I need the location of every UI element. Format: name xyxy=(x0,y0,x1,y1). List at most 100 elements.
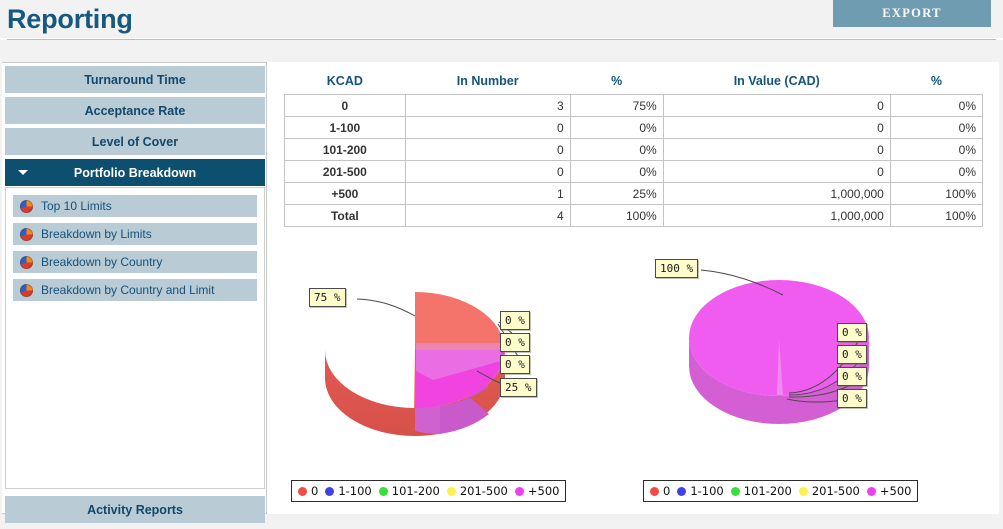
legend-entry-1-100: 1-100 xyxy=(325,484,372,498)
table-row: +500 1 25% 1,000,000 100% xyxy=(284,182,984,205)
legend-label-1-100: 1-100 xyxy=(338,484,372,498)
cell-in-value: 1,000,000 xyxy=(662,182,891,205)
legend-label-0: 0 xyxy=(311,484,319,498)
column-header-kcad: KCAD xyxy=(284,70,406,95)
sidebar-item-label: Activity Reports xyxy=(87,502,183,517)
sidebar-item-activity-reports[interactable]: Activity Reports xyxy=(5,496,265,523)
legend-entry-101-200: 101-200 xyxy=(730,484,792,498)
legend-swatch-101-200 xyxy=(378,486,388,496)
legend-swatch-0 xyxy=(298,486,307,496)
cell-category: +500 xyxy=(284,182,406,205)
column-header-pct-number: % xyxy=(570,70,664,95)
legend-label-101-200: 101-200 xyxy=(743,484,792,498)
cell-category: 201-500 xyxy=(284,160,406,183)
cell-in-value: 1,000,000 xyxy=(662,204,891,227)
sidebar-subitem-label: Breakdown by Country xyxy=(41,255,163,269)
sidebar-item-label: Turnaround Time xyxy=(84,72,186,87)
pie-legend-in-value: 0 1-100 101-200 201-500 +500 xyxy=(643,480,919,502)
sidebar-item-acceptance-rate[interactable]: Acceptance Rate xyxy=(5,97,265,124)
cell-category: 1-100 xyxy=(284,116,406,139)
pie-label-0: 75 % xyxy=(309,288,346,307)
pie-label-1-100: 0 % xyxy=(837,323,867,342)
cell-number-pct: 100% xyxy=(569,204,664,227)
sidebar-item-level-of-cover[interactable]: Level of Cover xyxy=(5,128,265,155)
legend-swatch-1-100 xyxy=(677,486,687,496)
cell-category: Total xyxy=(284,204,406,227)
pie-label-201-500: 0 % xyxy=(837,367,867,386)
legend-entry-1-100: 1-100 xyxy=(677,484,724,498)
table-header-row: KCAD In Number % In Value (CAD) % xyxy=(284,70,983,95)
legend-entry-101-200: 101-200 xyxy=(378,484,440,498)
cell-number-pct: 0% xyxy=(569,116,664,139)
cell-in-value: 0 xyxy=(662,94,891,117)
pie-legend-in-number: 0 1-100 101-200 201-500 +500 xyxy=(291,480,567,502)
legend-swatch-101-200 xyxy=(730,486,740,496)
legend-label-101-200: 101-200 xyxy=(391,484,440,498)
pie-label-plus-500: 25 % xyxy=(500,378,537,397)
sidebar-subitem-label: Top 10 Limits xyxy=(41,199,112,213)
pie-chart-icon xyxy=(20,283,33,297)
sidebar-item-portfolio-breakdown[interactable]: Portfolio Breakdown xyxy=(5,159,265,186)
sidebar-item-label: Portfolio Breakdown xyxy=(73,165,197,180)
sidebar: Turnaround Time Acceptance Rate Level of… xyxy=(5,66,265,523)
legend-label-plus-500: +500 xyxy=(527,484,560,498)
page-title: Reporting xyxy=(7,4,133,34)
column-header-pct-value: % xyxy=(890,70,983,95)
sidebar-subitem-breakdown-by-country-and-limit[interactable]: Breakdown by Country and Limit xyxy=(13,279,257,301)
legend-swatch-1-100 xyxy=(325,486,335,496)
sidebar-item-turnaround-time[interactable]: Turnaround Time xyxy=(5,66,265,93)
portfolio-breakdown-table: KCAD In Number % In Value (CAD) % 0 3 75… xyxy=(284,70,984,227)
pie-chart-in-number-graphic xyxy=(325,292,528,436)
cell-in-value: 0 xyxy=(662,116,891,139)
legend-entry-plus-500: +500 xyxy=(514,484,560,498)
pie-label-201-500: 0 % xyxy=(500,355,530,374)
cell-number-pct: 25% xyxy=(569,182,664,205)
cell-number-pct: 0% xyxy=(569,138,664,161)
cell-in-value: 0 xyxy=(662,160,891,183)
legend-label-0: 0 xyxy=(663,484,671,498)
legend-swatch-plus-500 xyxy=(514,486,524,496)
legend-label-201-500: 201-500 xyxy=(811,484,860,498)
cell-category: 101-200 xyxy=(284,138,406,161)
table-row: 201-500 0 0% 0 0% xyxy=(284,160,984,183)
cell-value-pct: 0% xyxy=(889,94,984,117)
cell-in-number: 4 xyxy=(404,204,571,227)
sidebar-item-label: Acceptance Rate xyxy=(84,103,186,118)
cell-value-pct: 0% xyxy=(889,138,984,161)
legend-swatch-plus-500 xyxy=(866,486,876,496)
legend-label-plus-500: +500 xyxy=(879,484,912,498)
sidebar-subitem-breakdown-by-country[interactable]: Breakdown by Country xyxy=(13,251,257,273)
cell-value-pct: 100% xyxy=(889,182,984,205)
cell-in-number: 0 xyxy=(404,138,571,161)
legend-entry-0: 0 xyxy=(650,484,670,498)
cell-in-number: 1 xyxy=(404,182,571,205)
cell-in-number: 3 xyxy=(404,94,571,117)
legend-swatch-201-500 xyxy=(798,486,808,496)
pie-chart-icon xyxy=(20,255,33,269)
table-row-total: Total 4 100% 1,000,000 100% xyxy=(284,204,984,227)
pie-label-0: 100 % xyxy=(655,259,699,278)
legend-label-1-100: 1-100 xyxy=(690,484,724,498)
cell-value-pct: 0% xyxy=(889,160,984,183)
pie-label-101-200: 0 % xyxy=(500,333,530,352)
main-content: KCAD In Number % In Value (CAD) % 0 3 75… xyxy=(266,62,999,514)
cell-value-pct: 0% xyxy=(889,116,984,139)
sidebar-subitem-top-10-limits[interactable]: Top 10 Limits xyxy=(13,195,257,217)
table-row: 1-100 0 0% 0 0% xyxy=(284,116,984,139)
export-button[interactable]: EXPORT xyxy=(833,0,991,27)
sidebar-item-label: Level of Cover xyxy=(91,134,179,149)
pie-chart-icon xyxy=(20,227,33,241)
pie-chart-in-number: 75 % 0 % 0 % 0 % 25 % 0 1-100 101-200 20… xyxy=(285,240,633,514)
pie-chart-in-value: 100 % 0 % 0 % 0 % 0 % 0 1-100 101-200 20… xyxy=(637,240,985,514)
column-header-in-value: In Value (CAD) xyxy=(663,70,891,95)
sidebar-subitem-panel: Top 10 Limits Breakdown by Limits Breakd… xyxy=(5,187,265,489)
cell-in-value: 0 xyxy=(662,138,891,161)
pie-chart-icon xyxy=(20,199,33,213)
legend-label-201-500: 201-500 xyxy=(459,484,508,498)
table-row: 0 3 75% 0 0% xyxy=(284,94,984,117)
cell-number-pct: 0% xyxy=(569,160,664,183)
sidebar-subitem-label: Breakdown by Limits xyxy=(41,227,152,241)
sidebar-subitem-breakdown-by-limits[interactable]: Breakdown by Limits xyxy=(13,223,257,245)
cell-in-number: 0 xyxy=(404,116,571,139)
legend-entry-201-500: 201-500 xyxy=(446,484,508,498)
